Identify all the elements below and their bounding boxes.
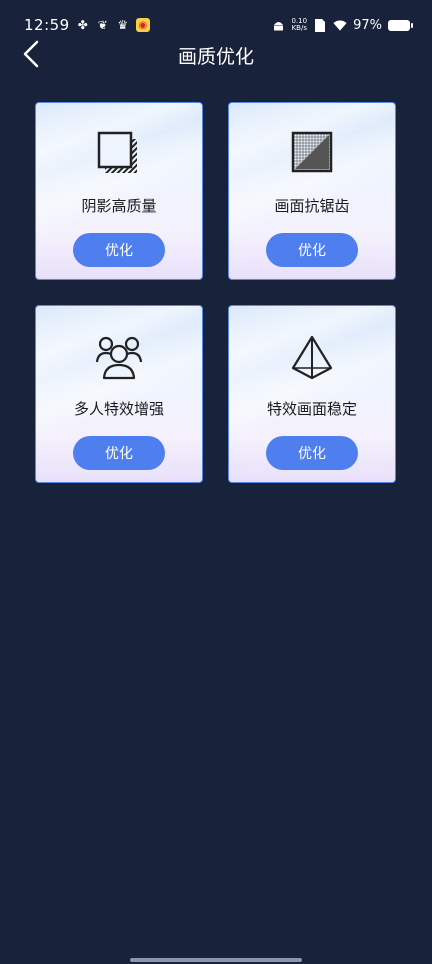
card-icon-wrap <box>229 334 395 380</box>
card-icon-wrap <box>36 131 202 177</box>
card-multiplayer-effects: 多人特效增强 优化 <box>35 305 203 483</box>
card-label: 特效画面稳定 <box>266 400 357 418</box>
antialias-grid-icon <box>291 131 333 173</box>
home-indicator[interactable] <box>130 958 302 962</box>
card-label: 多人特效增强 <box>73 400 164 418</box>
optimize-button[interactable]: 优化 <box>266 233 358 267</box>
page-title: 画质优化 <box>177 46 254 68</box>
card-icon-wrap <box>229 131 395 177</box>
header: 画质优化 <box>0 30 432 78</box>
card-effect-stabilization: 特效画面稳定 优化 <box>228 305 396 483</box>
card-label: 画面抗锯齿 <box>274 197 350 215</box>
card-antialiasing: 画面抗锯齿 优化 <box>228 102 396 280</box>
battery-icon <box>388 19 413 31</box>
optimize-button[interactable]: 优化 <box>73 233 165 267</box>
card-shadow-quality: 阴影高质量 优化 <box>35 102 203 280</box>
card-label: 阴影高质量 <box>81 197 157 215</box>
optimize-button[interactable]: 优化 <box>73 436 165 470</box>
pyramid-icon <box>291 335 333 380</box>
card-icon-wrap <box>36 334 202 380</box>
optimize-button[interactable]: 优化 <box>266 436 358 470</box>
shadow-square-icon <box>97 131 137 173</box>
multi-user-icon <box>95 336 143 380</box>
